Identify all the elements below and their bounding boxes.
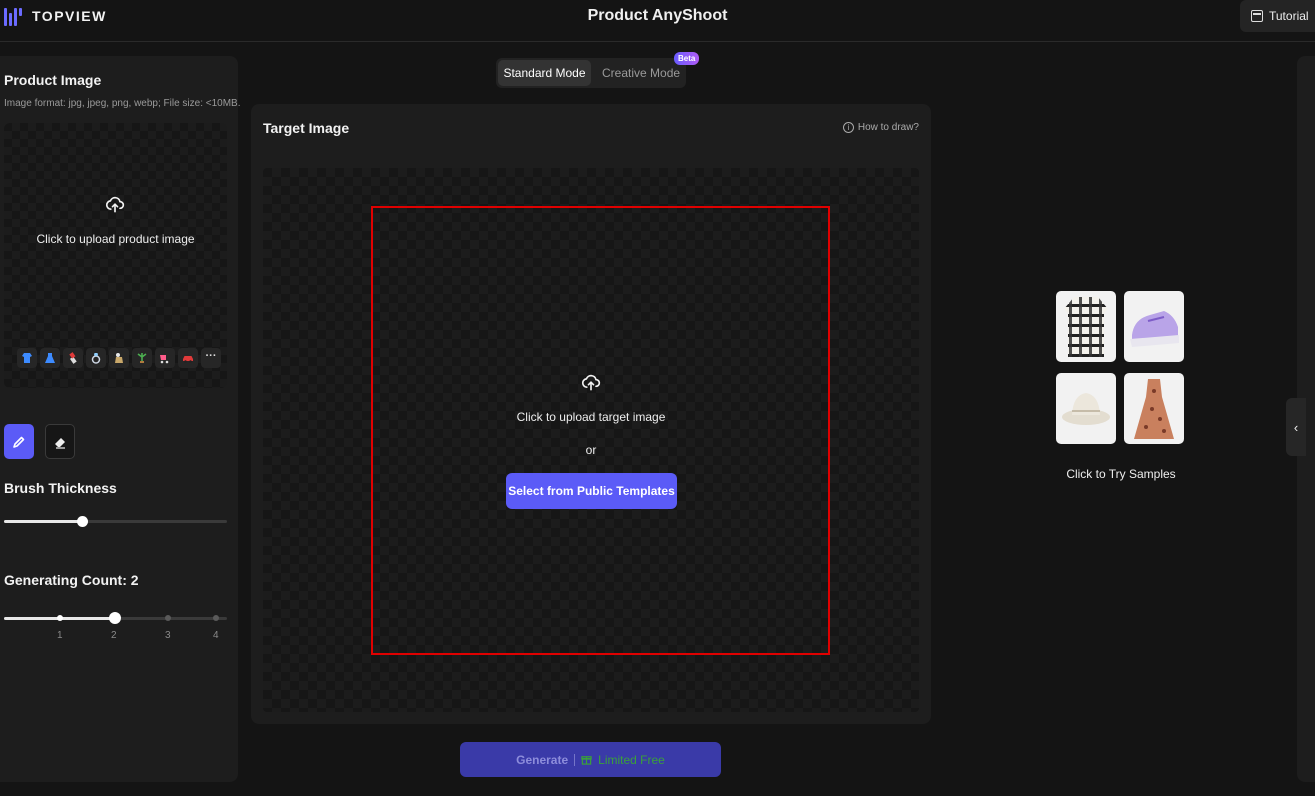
sneaker-sample[interactable]	[1124, 291, 1184, 362]
generating-count-title: Generating Count: 2	[4, 572, 139, 588]
floral-dress-sample[interactable]	[1124, 373, 1184, 444]
brush-slider-thumb[interactable]	[77, 516, 88, 527]
shirt-icon[interactable]	[17, 348, 37, 368]
left-panel: Product Image Image format: jpg, jpeg, p…	[0, 56, 241, 782]
dress-icon[interactable]	[40, 348, 60, 368]
count-tick-label: 3	[165, 630, 171, 641]
tutorial-label: Tutorial	[1269, 9, 1309, 23]
count-slider-thumb[interactable]	[109, 612, 121, 624]
creative-mode-tab[interactable]: Creative Mode	[602, 60, 680, 86]
page-title: Product AnyShoot	[587, 7, 728, 24]
ring-icon[interactable]	[86, 348, 106, 368]
count-tick-label: 2	[111, 630, 117, 641]
standard-mode-tab[interactable]: Standard Mode	[498, 60, 591, 86]
eraser-tool-button[interactable]	[45, 424, 75, 459]
plant-icon[interactable]	[132, 348, 152, 368]
highlight-box	[371, 206, 830, 655]
target-image-panel: Target Image i How to draw? Click to upl…	[251, 104, 931, 724]
bucket-hat-sample[interactable]	[1056, 373, 1116, 444]
product-upload-text: Click to upload product image	[36, 232, 195, 246]
brush-thickness-title: Brush Thickness	[4, 480, 117, 496]
tutorial-button[interactable]: Tutorial	[1240, 0, 1315, 32]
generate-separator	[574, 753, 576, 766]
top-bar: TOPVIEW Product AnyShoot Tutorial	[0, 0, 1315, 42]
count-tick-dot[interactable]	[213, 615, 219, 621]
limited-free-label: Limited Free	[598, 752, 665, 767]
upload-cloud-icon	[105, 196, 125, 213]
gift-icon	[581, 756, 592, 765]
select-public-templates-button[interactable]: Select from Public Templates	[506, 473, 677, 509]
brush-tool-button[interactable]	[4, 424, 34, 459]
figurine-icon[interactable]	[109, 348, 129, 368]
product-upload-area[interactable]: Click to upload product image ···	[4, 123, 227, 388]
product-image-hint: Image format: jpg, jpeg, png, webp; File…	[4, 98, 241, 109]
brush-thickness-slider[interactable]	[4, 516, 227, 527]
generate-button[interactable]: Generate Limited Free	[460, 742, 721, 777]
target-upload-area[interactable]: Click to upload target image or Select f…	[263, 168, 919, 712]
plaid-shirt-sample[interactable]	[1056, 291, 1116, 362]
pen-icon	[13, 436, 25, 448]
count-tick-dot[interactable]	[165, 615, 171, 621]
car-icon[interactable]	[178, 348, 198, 368]
calendar-icon	[1251, 10, 1263, 22]
how-to-draw-link[interactable]: i How to draw?	[842, 122, 919, 133]
lipstick-icon[interactable]	[63, 348, 83, 368]
target-upload-text: Click to upload target image	[516, 410, 666, 424]
product-image-title: Product Image	[4, 72, 102, 88]
stroller-icon[interactable]	[155, 348, 175, 368]
count-tick-label: 1	[57, 630, 63, 641]
generating-count-slider[interactable]: 1 2 3 4	[4, 612, 227, 641]
brush-slider-fill	[4, 520, 82, 523]
generate-label: Generate	[516, 752, 569, 767]
category-icons: ···	[17, 348, 221, 368]
target-image-title: Target Image	[263, 120, 350, 136]
collapse-panel-button[interactable]: ‹	[1286, 398, 1306, 456]
try-samples-text: Click to Try Samples	[1066, 467, 1176, 481]
upload-cloud-icon	[581, 374, 601, 391]
beta-badge: Beta	[674, 52, 700, 65]
eraser-icon	[55, 437, 65, 449]
or-text: or	[585, 443, 597, 457]
how-to-draw-label: How to draw?	[857, 122, 919, 133]
count-tick-label: 4	[213, 630, 219, 641]
chevron-left-icon: ‹	[1293, 419, 1299, 435]
info-icon: i	[842, 122, 854, 133]
count-tick-dot[interactable]	[57, 615, 63, 621]
mode-toggle: Standard Mode Creative Mode Beta	[496, 52, 700, 88]
more-icon[interactable]: ···	[201, 348, 221, 368]
